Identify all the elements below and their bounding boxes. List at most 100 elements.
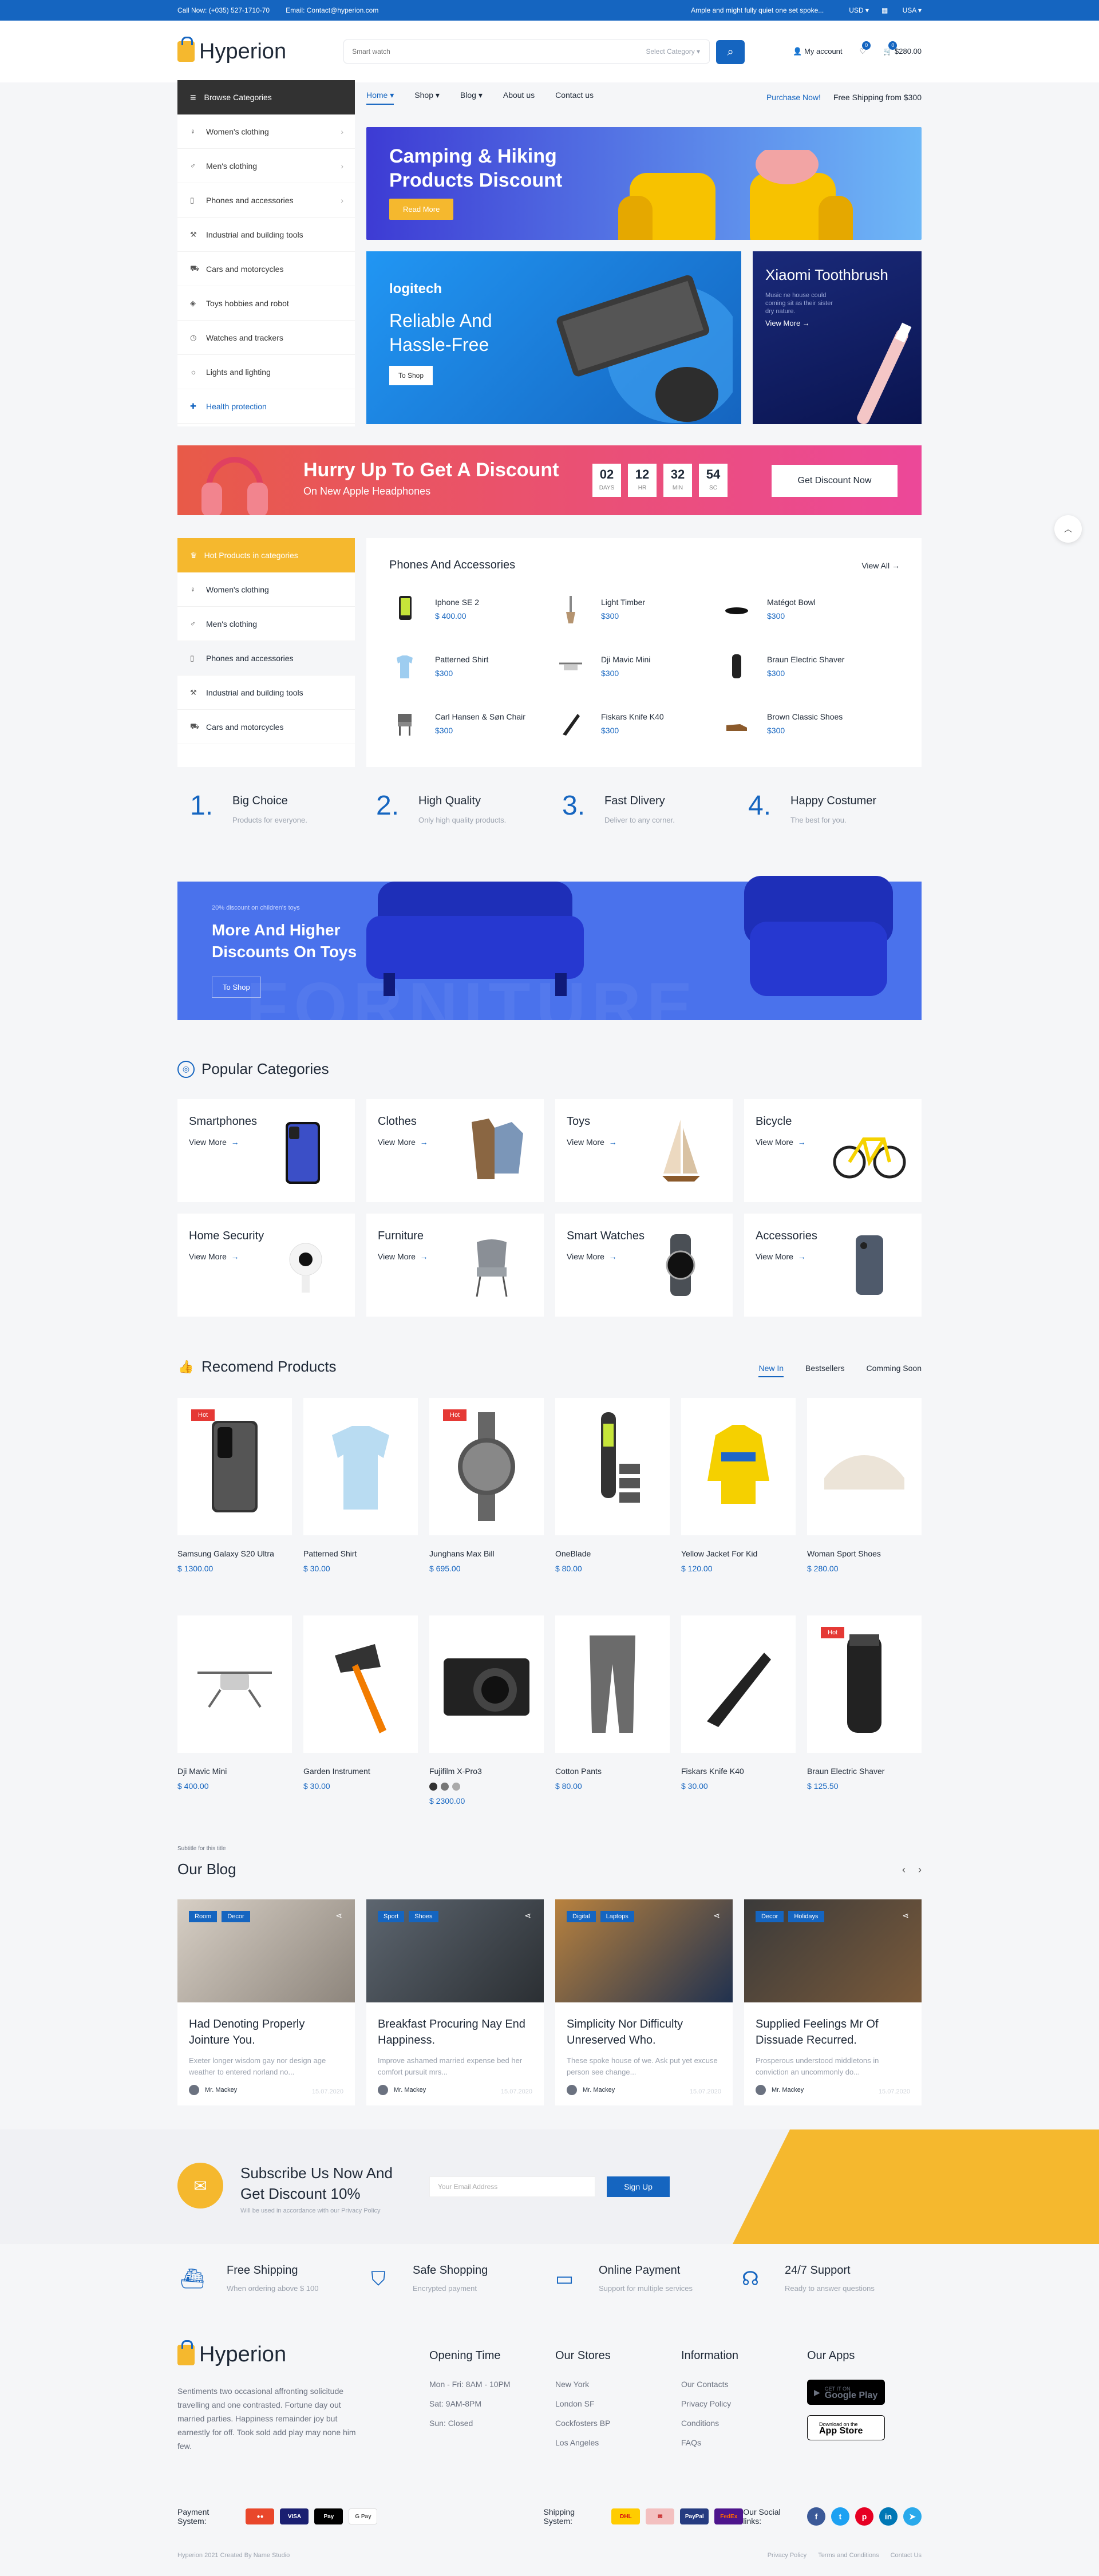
- product-item[interactable]: Light Timber $300: [555, 587, 721, 631]
- blog-card[interactable]: Room Decor ⋖ Had Denoting Properly Jointure…: [177, 1899, 355, 2105]
- product-item[interactable]: Fiskars Knife K40 $300: [555, 701, 721, 746]
- sidebar-item-cars[interactable]: ⛟ Cars and motorcycles: [177, 252, 355, 286]
- blog-tag[interactable]: Decor: [756, 1911, 784, 1922]
- view-all-link[interactable]: View All →: [861, 561, 900, 570]
- product-card[interactable]: OneBlade $ 80.00: [555, 1398, 670, 1573]
- product-item[interactable]: Patterned Shirt $300: [389, 644, 555, 689]
- store-link[interactable]: Cockfosters BP: [555, 2419, 611, 2428]
- product-item[interactable]: Iphone SE 2 $ 400.00: [389, 587, 555, 631]
- get-discount-button[interactable]: Get Discount Now: [772, 465, 898, 497]
- product-card[interactable]: Yellow Jacket For Kid $ 120.00: [681, 1398, 796, 1573]
- hot-item-cars[interactable]: ⛟ Cars and motorcycles: [177, 710, 355, 744]
- terms-link[interactable]: Terms and Conditions: [818, 2552, 879, 2559]
- hot-item-tools[interactable]: ⚒ Industrial and building tools: [177, 675, 355, 710]
- category-card[interactable]: Furniture View More →: [366, 1214, 544, 1317]
- color-swatch[interactable]: [429, 1783, 437, 1791]
- sign-up-button[interactable]: Sign Up: [607, 2176, 670, 2197]
- toys-banner[interactable]: FORNITURE 20% discount on children's toy…: [177, 876, 922, 1025]
- blog-card[interactable]: Sport Shoes ⋖ Breakfast Procuring Nay End H…: [366, 1899, 544, 2105]
- google-play-button[interactable]: ▶ GET IT ON Google Play: [807, 2380, 885, 2405]
- sidebar-item-phones[interactable]: ▯ Phones and accessories ›: [177, 183, 355, 218]
- info-link[interactable]: Privacy Policy: [681, 2399, 738, 2408]
- facebook-icon[interactable]: f: [807, 2507, 826, 2526]
- to-shop-button[interactable]: To Shop: [212, 977, 261, 998]
- blog-tag[interactable]: Holidays: [788, 1911, 824, 1922]
- telegram-icon[interactable]: ➤: [903, 2507, 922, 2526]
- info-link[interactable]: FAQs: [681, 2438, 738, 2447]
- store-link[interactable]: Los Angeles: [555, 2438, 611, 2447]
- blog-tag[interactable]: Digital: [567, 1911, 596, 1922]
- blog-next-button[interactable]: ›: [918, 1864, 922, 1876]
- blog-prev-button[interactable]: ‹: [902, 1864, 906, 1876]
- to-shop-button[interactable]: To Shop: [389, 366, 433, 385]
- product-card[interactable]: Hot Junghans Max Bill $ 695.00: [429, 1398, 544, 1573]
- product-card[interactable]: Woman Sport Shoes $ 280.00: [807, 1398, 922, 1573]
- sidebar-item-tools[interactable]: ⚒ Industrial and building tools: [177, 218, 355, 252]
- category-card[interactable]: Home Security View More →: [177, 1214, 355, 1317]
- share-icon[interactable]: ⋖: [524, 1911, 531, 1921]
- category-card[interactable]: Smartphones View More →: [177, 1099, 355, 1202]
- tab-coming-soon[interactable]: Comming Soon: [867, 1364, 922, 1377]
- info-link[interactable]: Our Contacts: [681, 2380, 738, 2389]
- sidebar-item-lights[interactable]: ☼ Lights and lighting: [177, 355, 355, 389]
- category-card[interactable]: Bicycle View More →: [744, 1099, 922, 1202]
- blog-tag[interactable]: Laptops: [600, 1911, 634, 1922]
- product-card[interactable]: Fujifilm X-Pro3 $ 2300.00: [429, 1615, 544, 1805]
- product-card[interactable]: Hot Samsung Galaxy S20 Ultra $ 1300.00: [177, 1398, 292, 1573]
- store-link[interactable]: London SF: [555, 2399, 611, 2408]
- sidebar-item-women[interactable]: ♀ Women's clothing ›: [177, 114, 355, 149]
- hot-item-men[interactable]: ♂ Men's clothing: [177, 607, 355, 641]
- toothbrush-banner[interactable]: Xiaomi Toothbrush Music ne house could c…: [753, 251, 922, 424]
- product-card[interactable]: Fiskars Knife K40 $ 30.00: [681, 1615, 796, 1805]
- product-card[interactable]: Hot Braun Electric Shaver $ 125.50: [807, 1615, 922, 1805]
- view-more-link[interactable]: View More →: [765, 319, 810, 327]
- footer-about: Sentiments two occasional affronting sol…: [177, 2387, 356, 2451]
- blog-tag[interactable]: Shoes: [409, 1911, 438, 1922]
- category-card[interactable]: Accessories View More →: [744, 1214, 922, 1317]
- hot-item-women[interactable]: ♀ Women's clothing: [177, 572, 355, 607]
- privacy-link[interactable]: Privacy Policy: [768, 2552, 807, 2559]
- store-link[interactable]: New York: [555, 2380, 611, 2389]
- camping-banner[interactable]: Camping & Hiking Products Discount Read …: [366, 127, 922, 240]
- blog-tag[interactable]: Decor: [222, 1911, 250, 1922]
- read-more-button[interactable]: Read More: [389, 199, 454, 220]
- category-card[interactable]: Smart Watches View More →: [555, 1214, 733, 1317]
- product-item[interactable]: Braun Electric Shaver $300: [721, 644, 887, 689]
- contact-link[interactable]: Contact Us: [891, 2552, 922, 2559]
- blog-tag[interactable]: Sport: [378, 1911, 405, 1922]
- sidebar-item-toys[interactable]: ◈ Toys hobbies and robot: [177, 286, 355, 321]
- category-card[interactable]: Clothes View More →: [366, 1099, 544, 1202]
- blog-card[interactable]: Digital Laptops ⋖ Simplicity Nor Difficulty…: [555, 1899, 733, 2105]
- tab-bestsellers[interactable]: Bestsellers: [805, 1364, 844, 1377]
- product-card[interactable]: Garden Instrument $ 30.00: [303, 1615, 418, 1805]
- footer-logo[interactable]: Hyperion: [177, 2340, 361, 2367]
- product-card[interactable]: Dji Mavic Mini $ 400.00: [177, 1615, 292, 1805]
- category-card[interactable]: Toys View More →: [555, 1099, 733, 1202]
- sidebar-item-men[interactable]: ♂ Men's clothing ›: [177, 149, 355, 183]
- info-link[interactable]: Conditions: [681, 2419, 738, 2428]
- product-item[interactable]: Dji Mavic Mini $300: [555, 644, 721, 689]
- product-item[interactable]: Matégot Bowl $300: [721, 587, 887, 631]
- product-item[interactable]: Brown Classic Shoes $300: [721, 701, 887, 746]
- logitech-banner[interactable]: logitech Reliable And Hassle-Free To Sho…: [366, 251, 741, 424]
- tab-new-in[interactable]: New In: [758, 1364, 784, 1377]
- blog-tag[interactable]: Room: [189, 1911, 218, 1922]
- share-icon[interactable]: ⋖: [902, 1911, 909, 1921]
- pinterest-icon[interactable]: p: [855, 2507, 874, 2526]
- share-icon[interactable]: ⋖: [335, 1911, 342, 1921]
- product-card[interactable]: Patterned Shirt $ 30.00: [303, 1398, 418, 1573]
- app-store-button[interactable]: Download on the App Store: [807, 2415, 885, 2440]
- scroll-top-button[interactable]: ︿: [1054, 515, 1082, 543]
- color-swatch[interactable]: [441, 1783, 449, 1791]
- product-item[interactable]: Carl Hansen & Søn Chair $300: [389, 701, 555, 746]
- sidebar-item-health[interactable]: ✚ Health protection: [177, 389, 355, 424]
- twitter-icon[interactable]: t: [831, 2507, 850, 2526]
- blog-card[interactable]: Decor Holidays ⋖ Supplied Feelings Mr Of Di…: [744, 1899, 922, 2105]
- hot-item-phones[interactable]: ▯ Phones and accessories: [177, 641, 355, 675]
- sidebar-item-watches[interactable]: ◷ Watches and trackers: [177, 321, 355, 355]
- email-input[interactable]: Your Email Address: [429, 2176, 595, 2197]
- share-icon[interactable]: ⋖: [713, 1911, 720, 1921]
- product-card[interactable]: Cotton Pants $ 80.00: [555, 1615, 670, 1805]
- color-swatch[interactable]: [452, 1783, 460, 1791]
- linkedin-icon[interactable]: in: [879, 2507, 898, 2526]
